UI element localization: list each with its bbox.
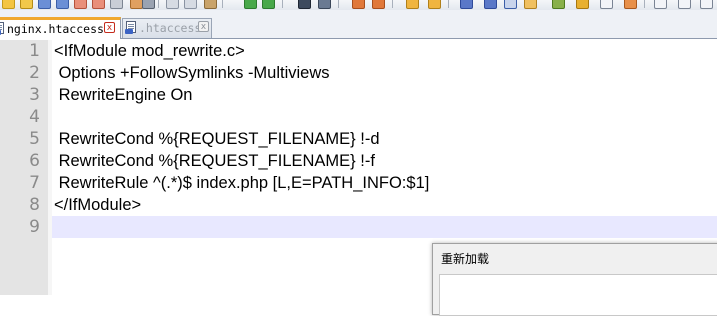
line-number: 7 <box>29 173 40 193</box>
macro-record-icon[interactable] <box>552 0 565 9</box>
zoom-out-icon[interactable] <box>372 0 385 9</box>
code-line[interactable]: </IfModule> <box>52 194 717 216</box>
code-line[interactable]: RewriteEngine On <box>52 84 717 106</box>
macro-play-icon[interactable] <box>700 0 713 9</box>
current-code-line[interactable] <box>52 216 717 238</box>
close-tab-icon[interactable]: x <box>198 21 209 32</box>
cut-icon[interactable] <box>166 0 179 9</box>
redo-icon[interactable] <box>262 0 275 9</box>
close-all-icon[interactable] <box>92 0 105 9</box>
code-line[interactable] <box>52 106 717 128</box>
line-numbers: 1 2 3 4 5 6 7 8 9 <box>0 40 40 238</box>
macro-play-icon[interactable] <box>678 0 691 9</box>
code-line[interactable]: Options +FollowSymlinks -Multiviews <box>52 62 717 84</box>
print-icon[interactable] <box>142 0 155 9</box>
code-line[interactable]: RewriteCond %{REQUEST_FILENAME} !-d <box>52 128 717 150</box>
tab-label: nginx.htaccess <box>7 22 104 36</box>
line-number: 8 <box>29 195 40 215</box>
macro-play-icon[interactable] <box>600 0 613 9</box>
new-file-icon[interactable] <box>2 0 15 9</box>
saved-file-icon <box>0 22 6 35</box>
find-icon[interactable] <box>298 0 311 9</box>
tab-nginx-htaccess[interactable]: nginx.htaccess x <box>0 17 121 39</box>
macro-record-icon[interactable] <box>624 0 637 9</box>
close-icon[interactable] <box>74 0 87 9</box>
code-line[interactable]: <IfModule mod_rewrite.c> <box>52 40 717 62</box>
replace-icon[interactable] <box>318 0 331 9</box>
macro-stop-icon[interactable] <box>576 0 589 9</box>
dialog-title: 重新加载 <box>441 252 490 266</box>
print-icon[interactable] <box>110 0 123 9</box>
zoom-in-icon[interactable] <box>352 0 365 9</box>
line-number: 2 <box>29 63 40 83</box>
line-number: 4 <box>29 107 40 127</box>
code-editor[interactable]: <IfModule mod_rewrite.c> Options +Follow… <box>52 40 717 238</box>
toolbar <box>0 0 717 10</box>
code-line[interactable]: RewriteCond %{REQUEST_FILENAME} !-f <box>52 150 717 172</box>
open-file-icon[interactable] <box>20 0 33 9</box>
saved-file-icon <box>125 21 138 34</box>
line-number: 6 <box>29 151 40 171</box>
line-number: 9 <box>29 217 40 237</box>
close-tab-icon[interactable]: x <box>104 22 115 33</box>
undo-icon[interactable] <box>244 0 257 9</box>
dialog-body <box>439 274 717 316</box>
paste-icon[interactable] <box>204 0 217 9</box>
line-number: 3 <box>29 85 40 105</box>
tab-label: .htaccess <box>139 21 202 35</box>
code-line[interactable]: RewriteRule ^(.*)$ index.php [L,E=PATH_I… <box>52 172 717 194</box>
indent-guide-icon[interactable] <box>484 0 497 9</box>
macro-play-icon[interactable] <box>654 0 667 9</box>
tab-bar: nginx.htaccess x .htaccess x <box>0 10 717 39</box>
save-all-icon[interactable] <box>56 0 69 9</box>
save-icon[interactable] <box>38 0 51 9</box>
word-wrap-icon[interactable] <box>428 0 441 9</box>
tab-htaccess[interactable]: .htaccess x <box>122 18 212 38</box>
line-number: 5 <box>29 129 40 149</box>
line-number: 1 <box>29 41 40 61</box>
sync-scroll-icon[interactable] <box>406 0 419 9</box>
reload-dialog[interactable]: 重新加载 <box>432 243 717 316</box>
show-all-chars-icon[interactable] <box>460 0 473 9</box>
indent-guide-icon[interactable] <box>524 0 537 9</box>
word-wrap-icon[interactable] <box>504 0 517 9</box>
copy-icon[interactable] <box>184 0 197 9</box>
